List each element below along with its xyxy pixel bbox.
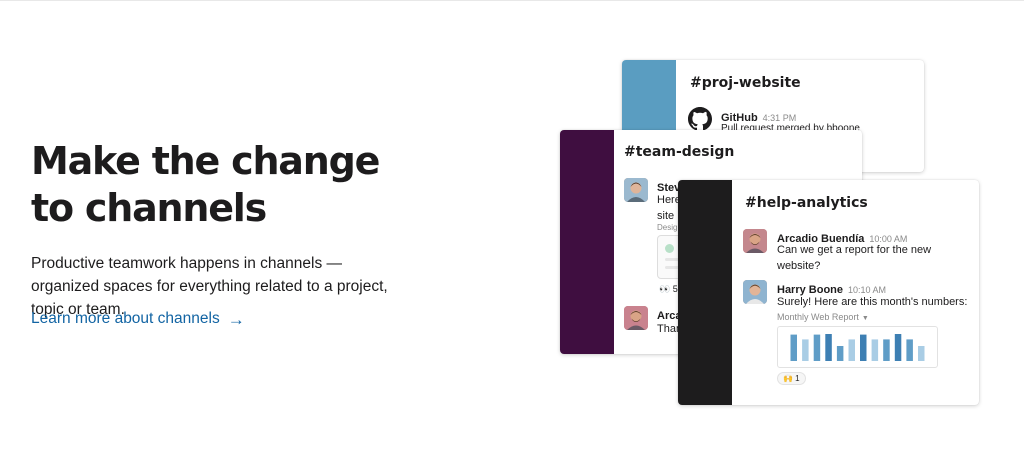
chart-bar — [871, 339, 879, 361]
hero-title: Make the change to channels — [31, 139, 380, 230]
channel-accent-bar — [678, 180, 732, 405]
chart-bar — [894, 334, 902, 361]
chart-bar — [825, 334, 832, 361]
chart-bar — [906, 339, 913, 361]
message-text: Can we get a report for the new website? — [777, 244, 932, 272]
bar-chart — [790, 334, 925, 361]
chart-bar — [918, 346, 925, 361]
channel-accent-bar — [560, 130, 614, 354]
avatar — [624, 178, 648, 202]
chart-bar — [836, 346, 844, 361]
caret-down-icon: ▼ — [861, 315, 869, 322]
avatar — [743, 229, 767, 253]
message-time: 4:31 PM — [762, 113, 797, 123]
avatar — [743, 280, 767, 304]
report-label: Monthly Web Report — [777, 312, 859, 322]
chart-bar — [813, 334, 821, 361]
chart-bar — [790, 334, 797, 361]
top-divider — [0, 0, 1024, 1]
arrow-right-icon: → — [227, 309, 245, 329]
avatar — [624, 306, 648, 330]
learn-more-label: Learn more about channels — [31, 310, 220, 327]
chart-bar — [860, 334, 867, 361]
reaction-eyes[interactable]: 👀 5 — [659, 284, 678, 295]
channel-card-help-analytics: #help-analytics Arcadio Buendía 10:00 AM … — [678, 180, 979, 405]
report-dropdown[interactable]: Monthly Web Report ▼ — [777, 312, 869, 322]
file-status-dot — [665, 244, 674, 253]
report-chart — [777, 326, 938, 368]
channel-name: #help-analytics — [745, 195, 868, 211]
message-text: Surely! Here are this month's numbers: — [777, 296, 968, 308]
channel-name: #team-design — [624, 144, 735, 160]
channel-name: #proj-website — [690, 75, 801, 91]
chart-bar — [883, 339, 890, 361]
reaction-raised-hands[interactable]: 🙌 1 — [777, 372, 806, 385]
chart-bar — [848, 339, 855, 361]
github-icon — [688, 107, 712, 131]
chart-bar — [802, 339, 809, 361]
learn-more-link[interactable]: Learn more about channels → — [31, 310, 245, 328]
